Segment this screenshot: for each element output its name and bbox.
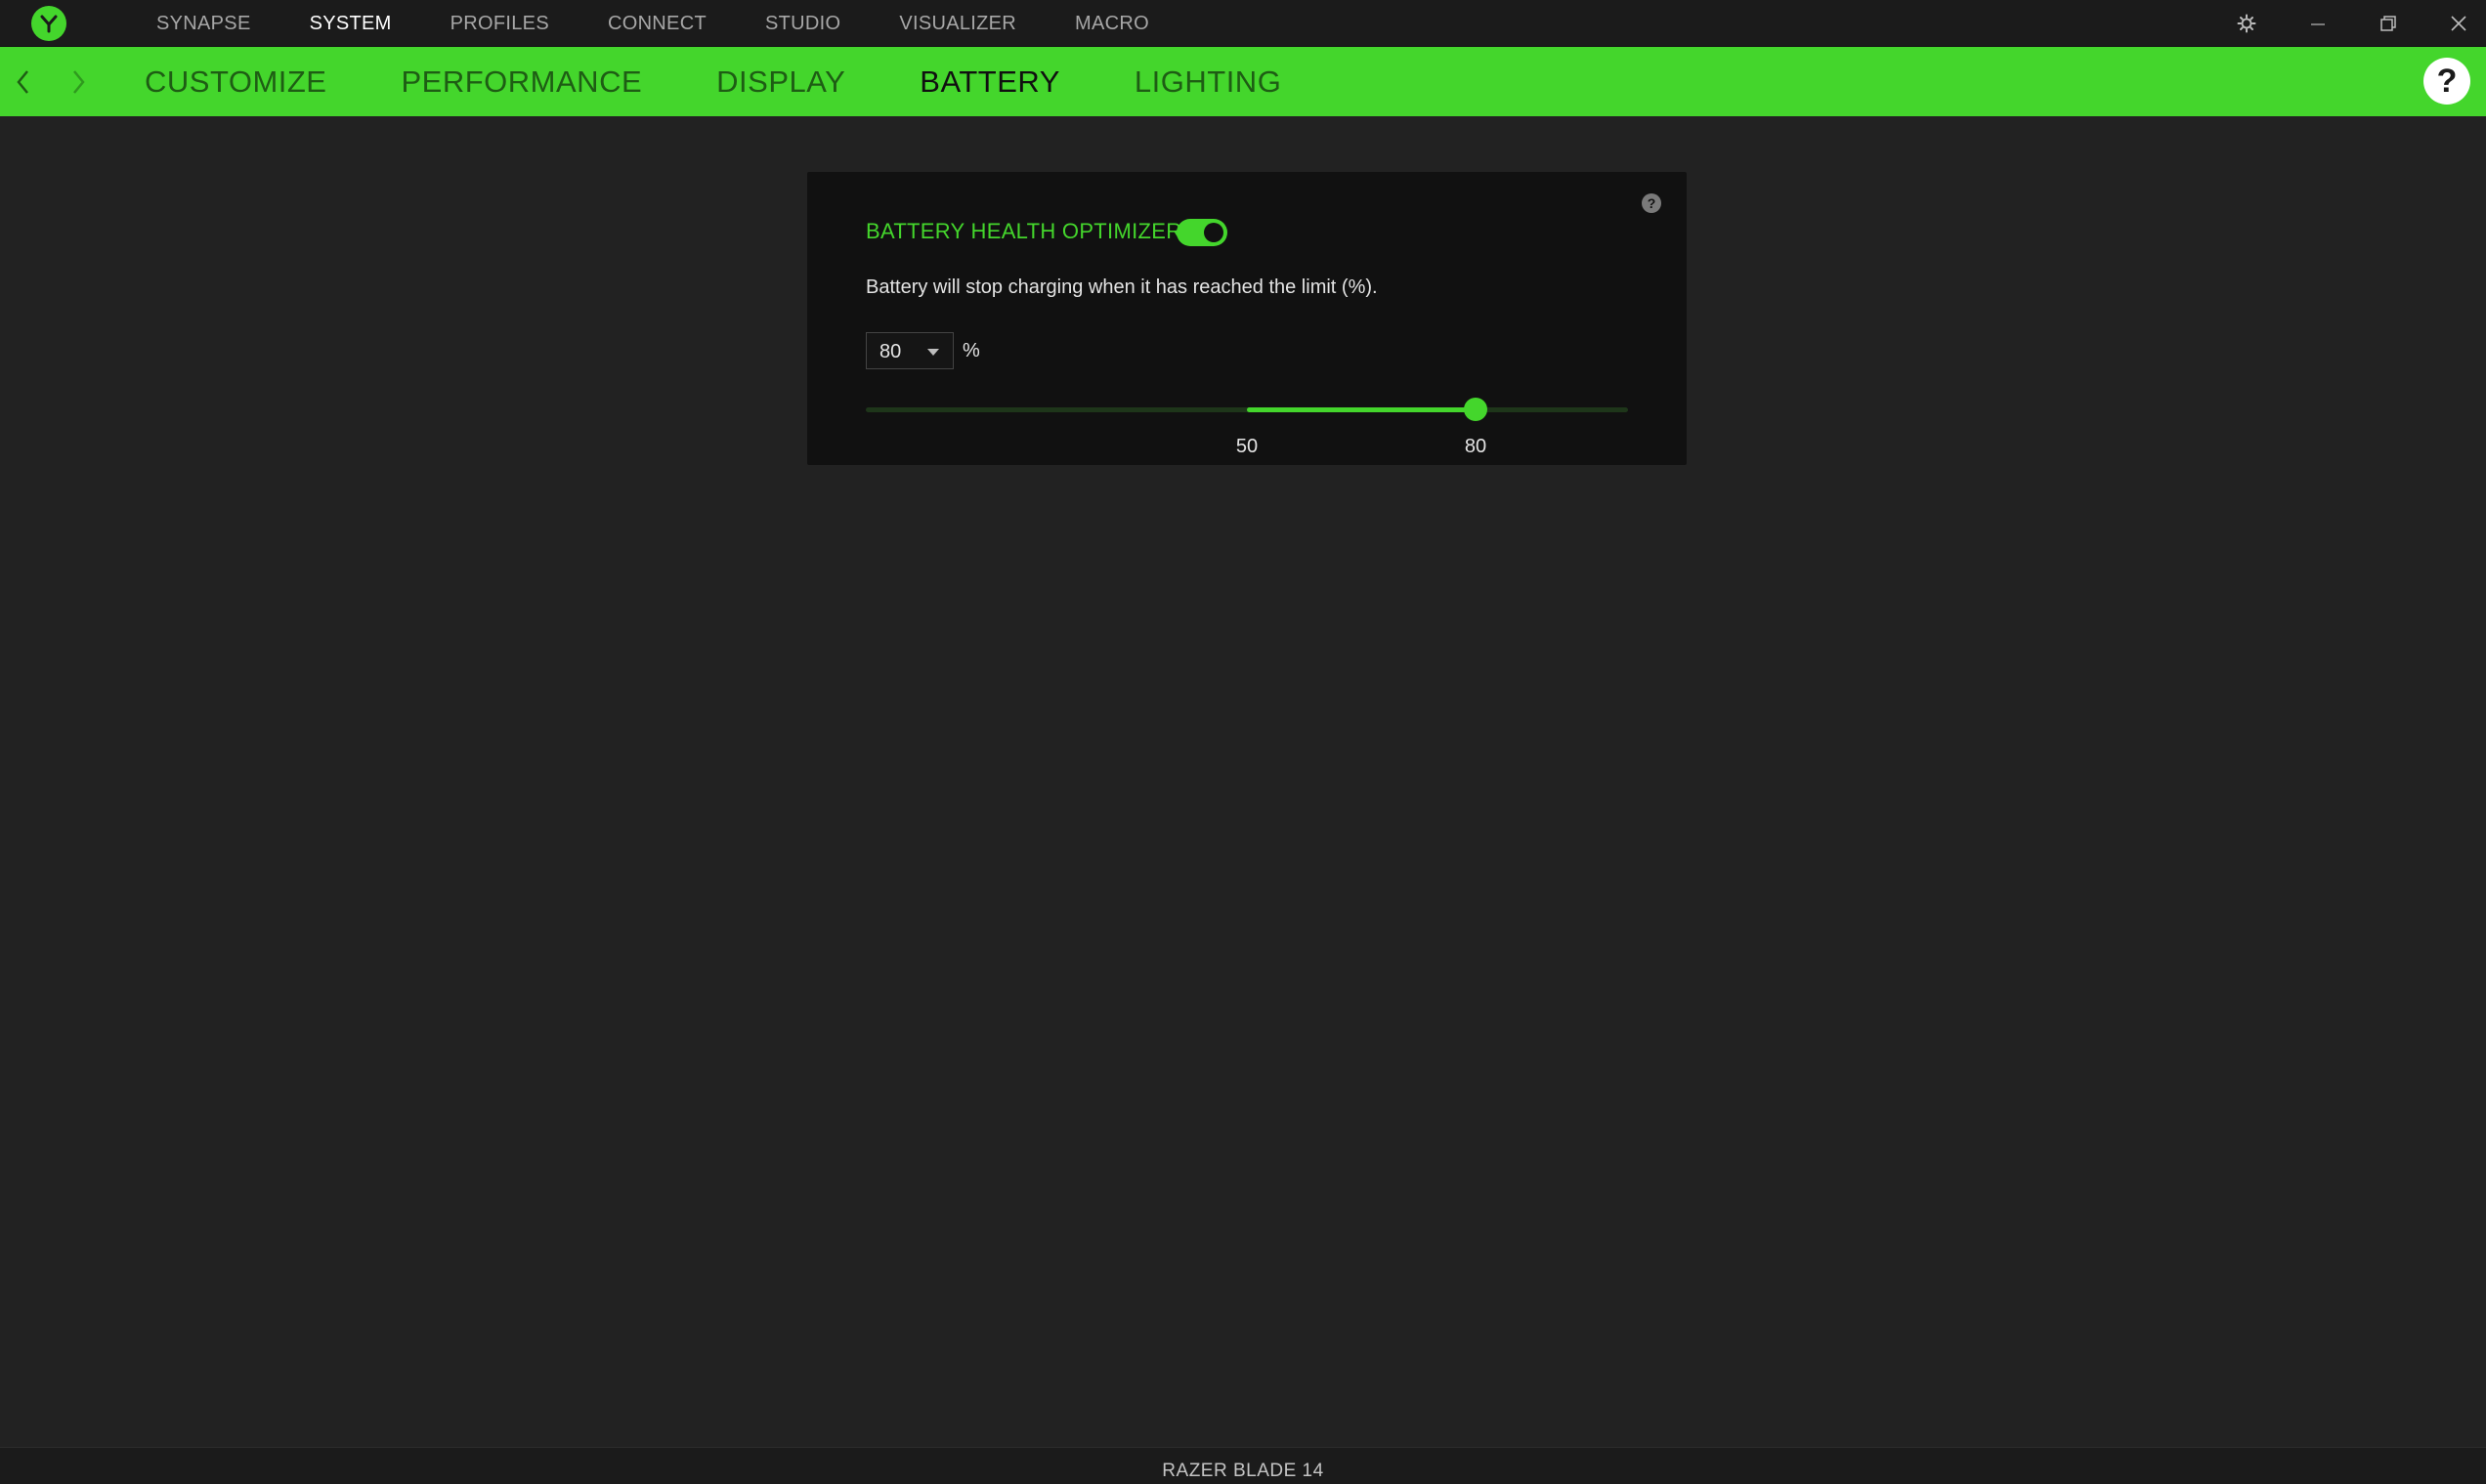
battery-optimizer-toggle[interactable] [1177, 219, 1227, 246]
percent-unit-label: % [963, 340, 980, 361]
chevron-right-icon [73, 69, 85, 94]
slider-fill [1247, 407, 1476, 412]
slider-high-label: 80 [1464, 436, 1487, 457]
top-nav-profiles[interactable]: PROFILES [450, 13, 549, 35]
forward-button[interactable] [59, 47, 98, 116]
razer-logo-icon[interactable] [31, 6, 66, 41]
settings-button[interactable] [2223, 0, 2270, 47]
info-help-icon[interactable]: ? [1642, 193, 1661, 213]
toggle-knob [1204, 223, 1223, 242]
minimize-icon [2311, 23, 2325, 25]
top-nav-visualizer[interactable]: VISUALIZER [899, 13, 1016, 35]
battery-health-card: ? BATTERY HEALTH OPTIMIZER Battery will … [807, 172, 1687, 465]
slider-thumb[interactable] [1464, 398, 1487, 421]
close-button[interactable] [2435, 0, 2482, 47]
help-icon: ? [2436, 62, 2458, 100]
battery-optimizer-title: BATTERY HEALTH OPTIMIZER [866, 219, 1182, 243]
close-icon [2451, 16, 2466, 31]
top-nav-synapse[interactable]: SYNAPSE [156, 13, 251, 35]
help-button[interactable]: ? [2423, 58, 2470, 105]
gear-icon [2237, 14, 2256, 33]
device-footer: RAZER BLADE 14 [0, 1447, 2486, 1484]
razer-logo-glyph [40, 15, 58, 33]
top-nav-studio[interactable]: STUDIO [765, 13, 840, 35]
tab-lighting[interactable]: LIGHTING [1135, 64, 1281, 100]
sub-nav-bar: CUSTOMIZE PERFORMANCE DISPLAY BATTERY LI… [0, 47, 2486, 116]
top-bar: SYNAPSE SYSTEM PROFILES CONNECT STUDIO V… [0, 0, 2486, 47]
tab-customize[interactable]: CUSTOMIZE [145, 64, 327, 100]
slider-low-label: 50 [1235, 436, 1259, 457]
battery-limit-description: Battery will stop charging when it has r… [866, 276, 1378, 298]
top-nav-system[interactable]: SYSTEM [310, 13, 392, 35]
restore-button[interactable] [2365, 0, 2412, 47]
chevron-left-icon [17, 69, 28, 94]
restore-icon [2380, 16, 2396, 31]
top-nav-connect[interactable]: CONNECT [608, 13, 707, 35]
device-name: RAZER BLADE 14 [1162, 1460, 1324, 1481]
charge-limit-slider[interactable]: 50 80 [866, 395, 1628, 457]
charge-limit-dropdown[interactable]: 80 [866, 332, 954, 369]
tab-battery[interactable]: BATTERY [920, 64, 1060, 100]
minimize-button[interactable] [2294, 0, 2341, 47]
top-nav: SYNAPSE SYSTEM PROFILES CONNECT STUDIO V… [127, 0, 1179, 47]
sub-nav: CUSTOMIZE PERFORMANCE DISPLAY BATTERY LI… [107, 47, 1318, 116]
charge-limit-value: 80 [879, 341, 902, 362]
tab-display[interactable]: DISPLAY [716, 64, 845, 100]
tab-performance[interactable]: PERFORMANCE [402, 64, 643, 100]
back-button[interactable] [4, 47, 43, 116]
top-nav-macro[interactable]: MACRO [1075, 13, 1149, 35]
caret-down-icon [927, 349, 939, 356]
